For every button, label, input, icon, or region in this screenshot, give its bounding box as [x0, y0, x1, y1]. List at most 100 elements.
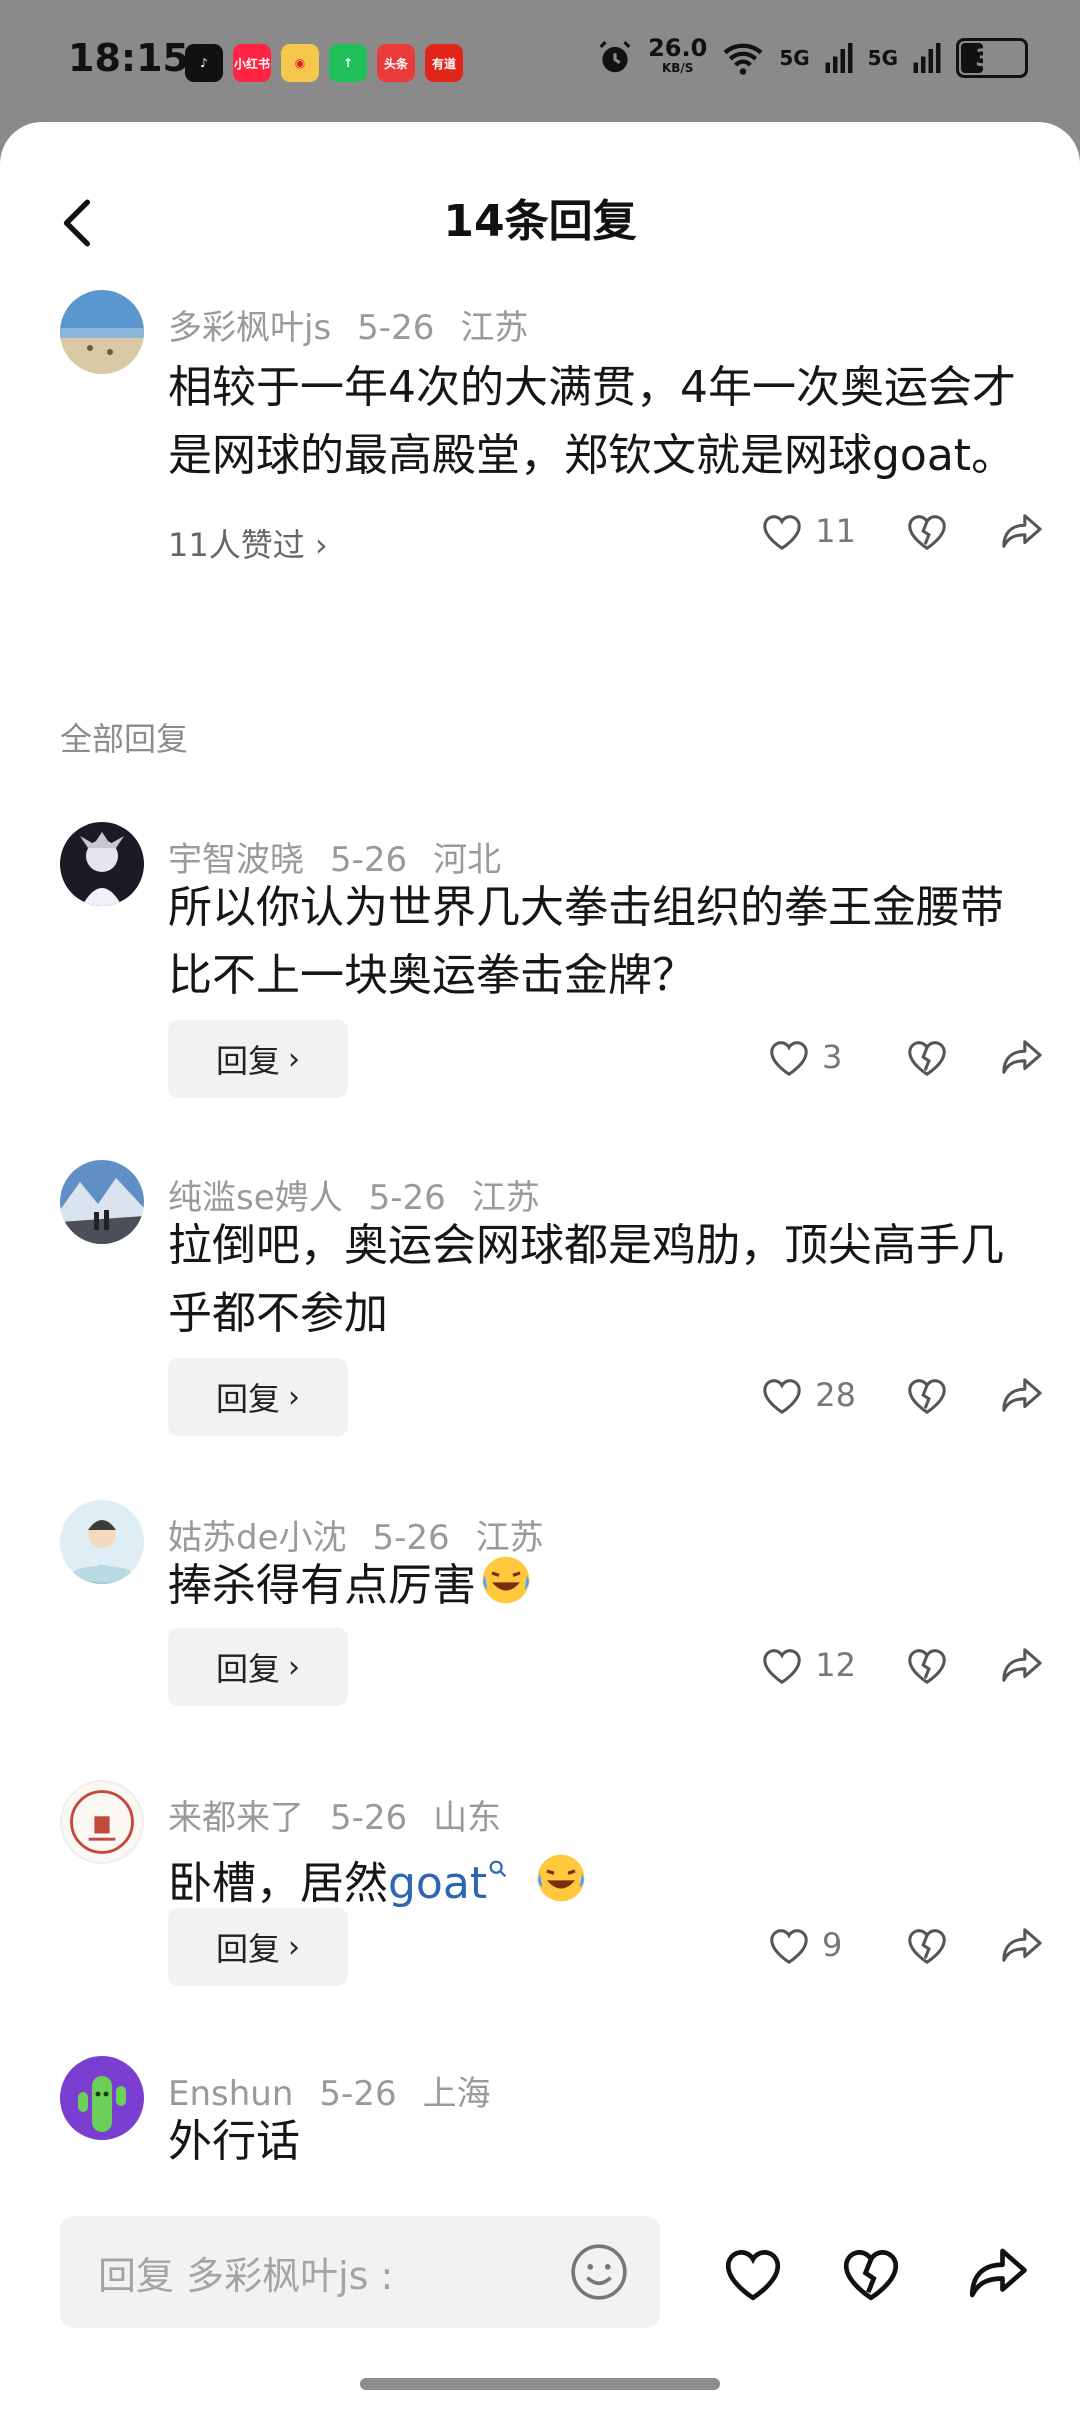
comment-text: 所以你认为世界几大拳击组织的拳王金腰带比不上一块奥运拳击金牌？	[168, 882, 1004, 1001]
douyin-app-icon: ♪	[185, 44, 223, 82]
notification-icons: ♪ 小红书 ◉ ↑ 头条 有道	[185, 44, 463, 82]
dislike-button[interactable]	[904, 1036, 950, 1078]
comment-actions: 28	[711, 1374, 1044, 1416]
laughing-crying-emoji-icon	[478, 1552, 534, 1628]
broken-heart-icon	[908, 1929, 946, 1964]
xiaohongshu-app-icon: 小红书	[233, 44, 271, 82]
reply-input-placeholder: 回复 多彩枫叶js :	[98, 2253, 394, 2298]
heart-icon	[763, 1649, 801, 1684]
like-button[interactable]: 9	[766, 1924, 856, 1966]
reply-label: 回复	[215, 1042, 280, 1080]
signal-label-2: 5G	[867, 46, 898, 70]
comment-meta: 多彩枫叶js 5-26 江苏	[168, 300, 554, 349]
share-button[interactable]	[998, 1644, 1044, 1686]
comment-actions: 3	[718, 1036, 1044, 1078]
battery-icon: 34	[956, 38, 1028, 78]
chevron-right-icon: ›	[288, 1379, 300, 1415]
like-count: 12	[815, 1646, 856, 1684]
comment-text: 拉倒吧，奥运会网球都是鸡肋，顶尖高手几乎都不参加	[168, 1220, 1004, 1339]
reply-button[interactable]: 回复 ›	[168, 1908, 348, 1986]
heart-icon[interactable]	[720, 2240, 786, 2306]
heart-icon	[763, 515, 801, 550]
avatar[interactable]	[60, 1780, 144, 1864]
comment-text-body: 卧槽，居然	[168, 1858, 388, 1909]
like-button[interactable]: 28	[759, 1374, 856, 1416]
comment-text: 捧杀得有点厉害	[168, 1552, 1018, 1628]
chevron-right-icon: ›	[288, 1649, 300, 1685]
dislike-button[interactable]	[904, 1374, 950, 1416]
like-count: 11	[815, 512, 856, 550]
comment-actions: 12	[711, 1644, 1044, 1686]
section-label: 全部回复	[60, 720, 189, 758]
avatar[interactable]	[60, 822, 144, 906]
like-count: 28	[815, 1376, 856, 1414]
like-button[interactable]: 3	[766, 1036, 856, 1078]
signal-label-1: 5G	[779, 46, 810, 70]
status-indicators: 26.0 KB/S 5G 5G 34	[596, 34, 1028, 78]
share-icon	[1002, 1648, 1042, 1682]
status-bar: 18:15 ♪ 小红书 ◉ ↑ 头条 有道 26.0 KB/S 5G 5G 34	[0, 0, 1080, 125]
likers-link[interactable]: 11人赞过 ›	[168, 520, 328, 566]
share-button[interactable]	[998, 510, 1044, 552]
like-button[interactable]: 12	[759, 1644, 856, 1686]
reply-button[interactable]: 回复 ›	[168, 1020, 348, 1098]
toutiao-app-icon: 头条	[377, 44, 415, 82]
broken-heart-icon	[908, 1649, 946, 1684]
comment-text-body: 捧杀得有点厉害	[168, 1560, 476, 1611]
share-button[interactable]	[998, 1036, 1044, 1078]
comment-actions: 11	[711, 510, 1044, 552]
youdao-app-icon: 有道	[425, 44, 463, 82]
username[interactable]: 多彩枫叶js	[168, 308, 331, 348]
share-button[interactable]	[998, 1374, 1044, 1416]
share-icon	[1002, 1378, 1042, 1412]
share-icon[interactable]	[964, 2240, 1030, 2306]
share-icon	[1002, 1928, 1042, 1962]
dislike-button[interactable]	[904, 1644, 950, 1686]
heart-icon	[770, 1041, 808, 1076]
like-count: 3	[822, 1038, 843, 1076]
share-button[interactable]	[998, 1924, 1044, 1966]
wifi-icon	[723, 43, 763, 75]
comment-location: 江苏	[460, 308, 529, 348]
comment-date: 5-26	[357, 308, 435, 348]
network-speed: 26.0 KB/S	[648, 34, 708, 75]
weibo-app-icon: ◉	[281, 44, 319, 82]
comment-text: 外行话	[168, 2116, 300, 2167]
avatar[interactable]	[60, 1160, 144, 1244]
share-icon	[1002, 514, 1042, 548]
alarm-icon	[599, 41, 631, 73]
broken-heart-icon	[908, 1379, 946, 1414]
broken-heart-icon	[908, 515, 946, 550]
update-app-icon: ↑	[329, 44, 367, 82]
like-count: 9	[822, 1926, 843, 1964]
comment-text: 相较于一年4次的大满贯，4年一次奥运会才是网球的最高殿堂，郑钦文就是网球goat…	[168, 362, 1016, 481]
reply-label: 回复	[215, 1380, 280, 1418]
dislike-button[interactable]	[904, 510, 950, 552]
chevron-right-icon: ›	[288, 1929, 300, 1965]
hashtag-link[interactable]: goat	[388, 1858, 487, 1909]
reply-label: 回复	[215, 1650, 280, 1688]
avatar[interactable]	[60, 1500, 144, 1584]
avatar[interactable]	[60, 290, 144, 374]
heart-icon	[770, 1929, 808, 1964]
signal-bars-icon	[825, 43, 853, 73]
share-icon	[1002, 1040, 1042, 1074]
heart-icon	[763, 1379, 801, 1414]
broken-heart-icon[interactable]	[838, 2240, 904, 2306]
header: 14条回复	[0, 182, 1080, 262]
dislike-button[interactable]	[904, 1924, 950, 1966]
signal-bars-icon	[913, 43, 941, 73]
reply-button[interactable]: 回复 ›	[168, 1628, 348, 1706]
reply-label: 回复	[215, 1930, 280, 1968]
search-icon	[487, 1832, 509, 1900]
home-indicator[interactable]	[360, 2378, 720, 2390]
page-title: 14条回复	[443, 196, 637, 247]
reply-input[interactable]: 回复 多彩枫叶js :	[60, 2216, 660, 2328]
chevron-right-icon: ›	[288, 1041, 300, 1077]
emoji-icon[interactable]	[568, 2241, 630, 2303]
like-button[interactable]: 11	[759, 510, 856, 552]
reply-button[interactable]: 回复 ›	[168, 1358, 348, 1436]
laughing-crying-emoji-icon	[533, 1850, 589, 1926]
avatar[interactable]	[60, 2056, 144, 2140]
back-arrow-icon[interactable]	[54, 196, 104, 250]
